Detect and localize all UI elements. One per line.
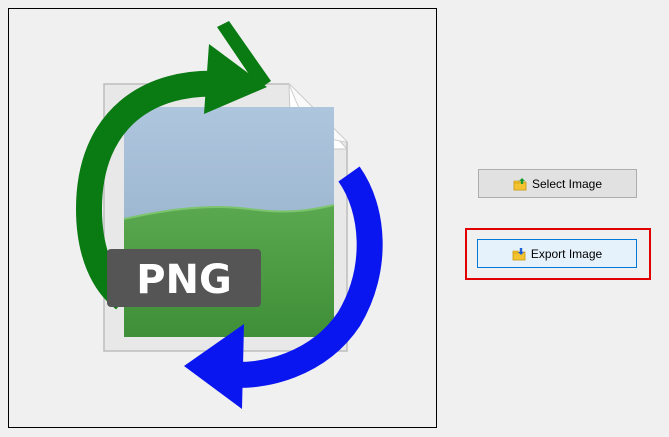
export-image-label: Export Image [530,246,603,261]
folder-download-icon [512,247,526,261]
select-image-label: Select Image [531,176,603,191]
folder-upload-icon [513,177,527,191]
export-image-button[interactable]: Export Image [477,239,637,268]
converter-window: PNG Select Image Export Image [0,0,669,437]
image-preview-panel: PNG [8,8,437,428]
png-badge-text: PNG [136,257,232,303]
png-convert-icon: PNG [75,21,383,409]
png-badge: PNG [107,249,261,307]
select-image-button[interactable]: Select Image [478,169,637,198]
